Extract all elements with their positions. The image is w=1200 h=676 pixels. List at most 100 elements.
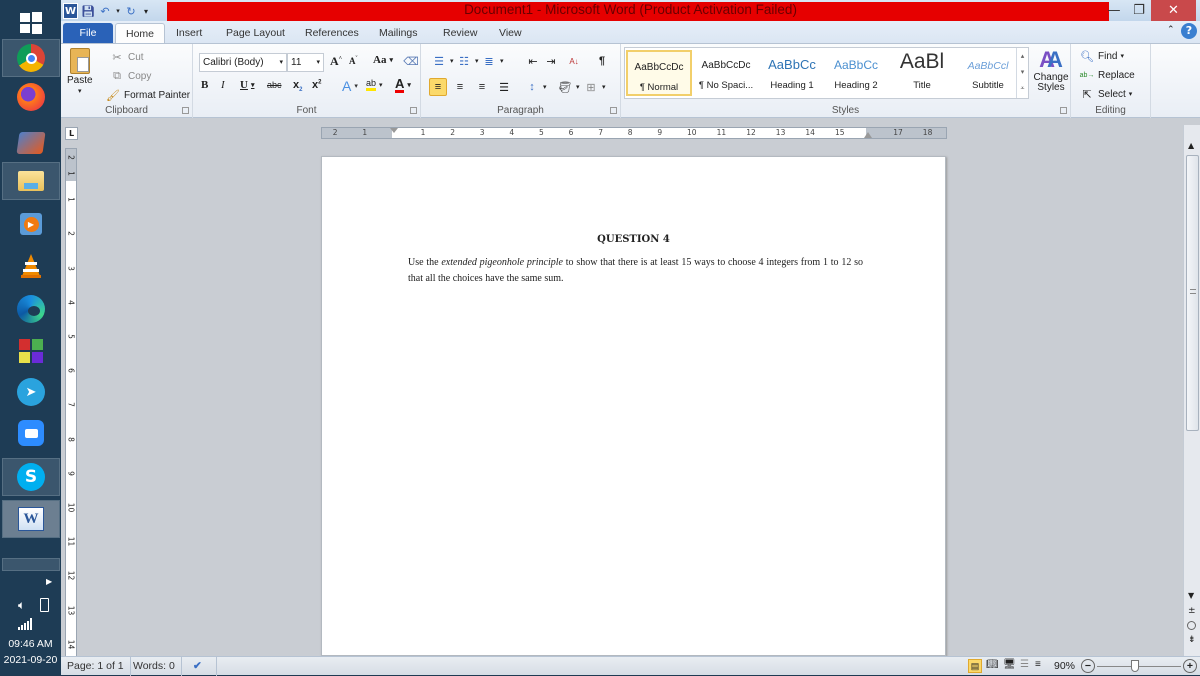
vertical-scrollbar[interactable]: ▲ ▼ ± ⇟	[1183, 125, 1200, 656]
word-count[interactable]: Words: 0	[127, 657, 182, 676]
paste-dropdown-icon[interactable]: ▾	[78, 87, 82, 95]
change-case-button[interactable]: Aa ▾	[373, 54, 393, 66]
multilevel-list-button[interactable]: ≣ ▾	[481, 53, 503, 69]
signal-icon[interactable]	[18, 618, 32, 630]
clipboard-launcher-icon[interactable]	[182, 107, 189, 114]
taskbar-vlc[interactable]	[2, 247, 60, 285]
style-no-spacing[interactable]: AaBbCcDc ¶ No Spaci...	[693, 50, 759, 96]
vertical-ruler[interactable]: 2 1 1 2 3 4 5 6 7 8 9 10 11 12 13 14	[65, 148, 77, 658]
paste-button[interactable]: Paste ▾	[67, 48, 93, 95]
style-title[interactable]: AaBl Title	[889, 50, 955, 96]
style-heading-1[interactable]: AaBbCc Heading 1	[759, 50, 825, 96]
tab-mailings[interactable]: Mailings	[369, 23, 428, 43]
shrink-font-button[interactable]: Aˇ	[349, 56, 358, 66]
taskbar-movie-maker[interactable]	[2, 124, 60, 162]
superscript-button[interactable]: x2	[312, 79, 321, 91]
style-normal[interactable]: AaBbCcDc ¶ Normal	[626, 50, 692, 96]
restore-button[interactable]: ❐	[1127, 0, 1151, 21]
view-full-screen-button[interactable]: 📖︎	[986, 659, 999, 670]
minimize-button[interactable]: —	[1101, 0, 1127, 21]
taskbar-scroller[interactable]	[2, 558, 60, 571]
format-painter-button[interactable]: 🖌︎ Format Painter	[105, 87, 190, 103]
tab-references[interactable]: References	[295, 23, 369, 43]
decrease-indent-button[interactable]: ⇤	[525, 53, 541, 69]
volume-icon[interactable]: 🔈︎	[18, 598, 25, 613]
cut-button[interactable]: ✂ Cut	[109, 49, 143, 65]
view-outline-button[interactable]: ☰	[1020, 659, 1029, 670]
select-button[interactable]: ⇱ Select ▾	[1079, 86, 1132, 102]
find-button[interactable]: 🔍︎ Find ▾	[1079, 48, 1124, 64]
line-spacing-button[interactable]: ↕ ▾	[524, 79, 546, 95]
tab-review[interactable]: Review	[433, 23, 487, 43]
clock-date[interactable]: 2021-09-20	[0, 654, 61, 666]
zoom-level[interactable]: 90%	[1054, 657, 1075, 675]
strikethrough-button[interactable]: abc	[267, 80, 282, 90]
taskbar-word[interactable]: W	[2, 500, 60, 538]
tab-home[interactable]: Home	[115, 23, 166, 43]
zoom-slider-handle[interactable]	[1130, 660, 1139, 672]
borders-button[interactable]: ⊞ ▾	[583, 79, 605, 95]
scroll-thumb[interactable]	[1186, 155, 1199, 431]
taskbar-media-player[interactable]: ▶	[2, 205, 60, 243]
style-subtitle[interactable]: AaBbCcl Subtitle	[955, 50, 1021, 96]
replace-button[interactable]: ab→ Replace	[1079, 67, 1135, 83]
help-icon[interactable]: ?	[1181, 23, 1197, 39]
align-right-button[interactable]: ≡	[474, 79, 490, 95]
clock-time[interactable]: 09:46 AM	[0, 638, 61, 650]
tab-page-layout[interactable]: Page Layout	[216, 23, 295, 43]
align-center-button[interactable]: ≡	[452, 79, 468, 95]
shading-button[interactable]: 🪣︎ ▾	[557, 79, 580, 95]
taskbar-chrome[interactable]	[2, 39, 60, 77]
grow-font-button[interactable]: A^	[330, 54, 342, 69]
gallery-scroll[interactable]: ▴ ▾ ⩡	[1016, 48, 1028, 98]
underline-button[interactable]: U ▾	[240, 79, 254, 91]
tab-view[interactable]: View	[489, 23, 532, 43]
bold-button[interactable]: B	[201, 79, 208, 91]
taskbar-firefox[interactable]	[2, 78, 60, 116]
zoom-out-button[interactable]: −	[1081, 659, 1095, 673]
zoom-in-button[interactable]: +	[1183, 659, 1197, 673]
font-launcher-icon[interactable]	[410, 107, 417, 114]
subscript-button[interactable]: x2	[293, 79, 302, 93]
horizontal-ruler[interactable]: 2 1 1 2 3 4 5 6 7 8 9 10 11 12 13 14 15 17 18	[321, 127, 947, 139]
clear-formatting-button[interactable]: ⌫	[403, 53, 419, 69]
scroll-down-arrow[interactable]: ▼	[1188, 591, 1194, 600]
start-button[interactable]	[2, 4, 60, 42]
taskbar-zoom[interactable]	[2, 414, 60, 452]
italic-button[interactable]: I	[221, 79, 225, 91]
show-formatting-button[interactable]: ¶	[594, 53, 610, 69]
style-heading-2[interactable]: AaBbCc Heading 2	[823, 50, 889, 96]
font-name-combo[interactable]: Calibri (Body) ▾	[199, 53, 287, 72]
taskbar-file-explorer[interactable]	[2, 162, 60, 200]
justify-button[interactable]: ☰	[496, 79, 512, 95]
taskbar-skype[interactable]: S	[2, 458, 60, 496]
proofing-status[interactable]: ✔	[187, 657, 217, 676]
copy-button[interactable]: ⧉ Copy	[109, 68, 151, 84]
increase-indent-button[interactable]: ⇥	[543, 53, 559, 69]
left-indent-marker[interactable]	[390, 128, 398, 138]
view-print-layout-button[interactable]: ▤	[968, 659, 982, 673]
change-styles-button[interactable]: AA Change Styles	[1031, 47, 1071, 93]
right-indent-marker[interactable]	[863, 132, 872, 138]
tray-expand-icon[interactable]: ▶	[46, 577, 52, 586]
tab-selector[interactable]: L	[65, 127, 78, 140]
view-web-layout-button[interactable]: 🖥︎	[1003, 659, 1016, 670]
document-page[interactable]: QUESTION 4 Use the extended pigeonhole p…	[321, 156, 946, 656]
next-page-icon[interactable]: ⇟	[1188, 635, 1196, 645]
battery-icon[interactable]	[40, 598, 49, 612]
tab-file[interactable]: File	[63, 23, 113, 43]
previous-page-icon[interactable]: ±	[1188, 606, 1196, 616]
font-color-button[interactable]: A ▾	[395, 77, 411, 93]
zoom-slider[interactable]	[1097, 660, 1181, 672]
browse-object-icon[interactable]	[1187, 621, 1196, 630]
taskbar-edge[interactable]	[2, 290, 60, 328]
styles-launcher-icon[interactable]	[1060, 107, 1067, 114]
align-left-button[interactable]: ≡	[429, 78, 447, 96]
scroll-up-arrow[interactable]: ▲	[1188, 141, 1194, 150]
text-effects-button[interactable]: A ▾	[342, 78, 358, 94]
numbering-button[interactable]: ☷ ▾	[456, 53, 478, 69]
sort-button[interactable]: A↓	[566, 53, 582, 69]
view-draft-button[interactable]: ≡	[1035, 659, 1041, 670]
minimize-ribbon-icon[interactable]: ⌃	[1167, 25, 1175, 35]
tab-insert[interactable]: Insert	[166, 23, 212, 43]
